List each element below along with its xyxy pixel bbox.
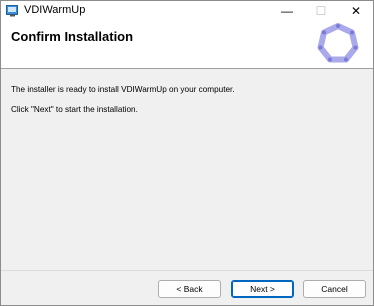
installer-window: VDIWarmUp — ☐ ✕ Confirm Installation The… xyxy=(0,0,374,306)
minimize-button[interactable]: — xyxy=(270,1,304,20)
cancel-button[interactable]: Cancel xyxy=(303,280,366,298)
heptagon-logo-icon xyxy=(317,23,359,63)
page-title: Confirm Installation xyxy=(11,29,134,44)
footer-divider xyxy=(1,270,373,271)
close-button[interactable]: ✕ xyxy=(339,1,373,20)
minimize-icon: — xyxy=(281,3,293,18)
close-icon: ✕ xyxy=(350,3,362,18)
message-area: The installer is ready to install VDIWar… xyxy=(11,84,361,124)
ready-message: The installer is ready to install VDIWar… xyxy=(11,85,235,94)
next-button[interactable]: Next > xyxy=(231,280,294,298)
app-icon xyxy=(6,5,18,17)
window-title: VDIWarmUp xyxy=(24,4,86,16)
maximize-icon: ☐ xyxy=(315,3,327,18)
instruction-message: Click "Next" to start the installation. xyxy=(11,105,138,114)
maximize-button[interactable]: ☐ xyxy=(304,1,338,20)
title-bar: VDIWarmUp — ☐ ✕ xyxy=(1,1,373,20)
header-banner: Confirm Installation xyxy=(1,20,373,69)
back-button[interactable]: < Back xyxy=(158,280,221,298)
